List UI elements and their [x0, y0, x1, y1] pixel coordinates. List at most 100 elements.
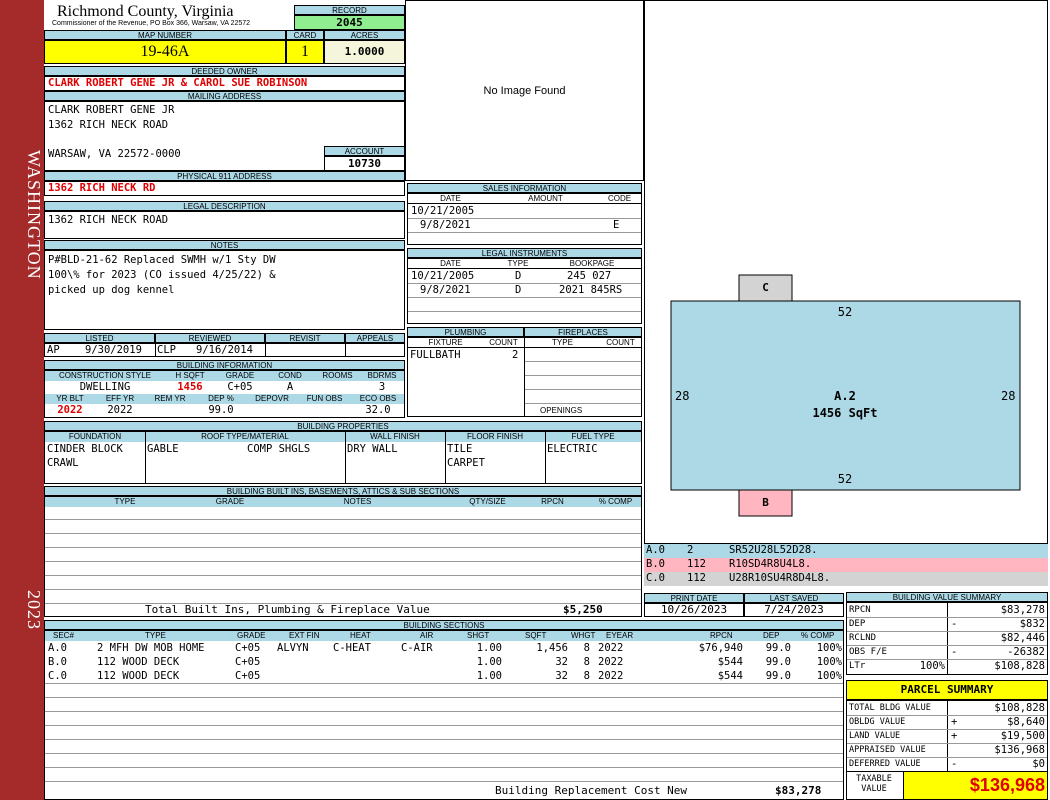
instr-2-book: 2021 845RS — [559, 284, 623, 296]
value-summary-label: BUILDING VALUE SUMMARY — [846, 592, 1048, 602]
bp-col-floor: FLOOR FINISH — [466, 432, 523, 441]
bi-col-yrblt: YR BLT — [56, 394, 84, 403]
section-c-grade: C+05 — [235, 670, 261, 682]
section-a-dep: 99.0 — [765, 642, 791, 654]
notes-box: P#BLD-21-62 Replaced SWMH w/1 Sty DW 100… — [44, 250, 405, 330]
reviewed-date: 9/16/2014 — [196, 344, 253, 356]
section-c-comp: 100% — [816, 670, 842, 682]
legend-c-id: C.0 — [646, 572, 665, 584]
building-properties-table: FOUNDATION ROOF TYPE/MATERIAL WALL FINIS… — [44, 431, 642, 484]
sketch-top-dim: 52 — [837, 305, 853, 319]
record-label: RECORD — [294, 5, 405, 15]
vs-obs-label: OBS F/E — [849, 647, 887, 657]
county-title: Richmond County, Virginia — [57, 3, 234, 20]
appeals-label: APPEALS — [345, 333, 405, 343]
sidebar-county: WASHINGTON — [24, 150, 44, 280]
instr-col-bookpage: BOOKPAGE — [569, 259, 615, 268]
vs-ltr-pct: 100% — [919, 660, 945, 672]
mailing-line-3: WARSAW, VA 22572-0000 — [48, 148, 181, 160]
legend-row-b: B.0 112 R10SD4R8U4L8. — [644, 558, 1048, 572]
bi-col-cond: COND — [278, 371, 302, 380]
sales-label: SALES INFORMATION — [407, 183, 642, 193]
account-label: ACCOUNT — [324, 146, 405, 156]
mailing-line-2: 1362 RICH NECK ROAD — [48, 119, 169, 131]
section-b-eyear: 2022 — [598, 656, 624, 668]
sales-col-date: DATE — [440, 194, 461, 203]
map-number-label: MAP NUMBER — [44, 30, 286, 40]
physical-address: 1362 RICH NECK RD — [44, 181, 405, 196]
bs-col-air: AIR — [420, 631, 434, 640]
section-a-grade: C+05 — [235, 642, 261, 654]
commissioner-line: Commissioner of the Revenue, PO Box 366,… — [52, 20, 251, 27]
section-a-air: C-AIR — [401, 642, 433, 654]
foundation-1: CINDER BLOCK — [47, 443, 123, 455]
section-c-rpcn: $544 — [717, 670, 743, 682]
plumbing-fireplace-table: FIXTURE COUNT TYPE COUNT FULLBATH 2 OPEN… — [407, 337, 642, 417]
sketch-panel: C B 52 52 28 28 A.2 1456 SqFt — [644, 0, 1048, 544]
building-properties-label: BUILDING PROPERTIES — [44, 421, 642, 431]
ps-land-label: LAND VALUE — [849, 731, 901, 741]
section-a-sqft: 1,456 — [536, 642, 568, 654]
instr-col-type: TYPE — [507, 259, 529, 268]
ps-bldg-label: TOTAL BLDG VALUE — [849, 703, 931, 713]
legend-c-path: U28R10SU4R8D4L8. — [729, 572, 831, 584]
legend-a-id: A.0 — [646, 544, 665, 556]
vs-dep: $832 — [1019, 618, 1045, 630]
instr-2-type: D — [515, 284, 522, 296]
fuel-type: ELECTRIC — [547, 443, 598, 455]
mailing-line-1: CLARK ROBERT GENE JR — [48, 104, 175, 116]
section-c-dep: 99.0 — [765, 670, 791, 682]
condition: A — [286, 381, 294, 393]
fireplaces-label: FIREPLACES — [524, 327, 642, 337]
bs-col-eyear: EYEAR — [606, 631, 634, 640]
built-ins-total-label: Total Built Ins, Plumbing & Fireplace Va… — [145, 603, 430, 616]
roof-type: GABLE — [147, 443, 179, 455]
bp-col-foundation: FOUNDATION — [68, 432, 122, 441]
listed-label: LISTED — [44, 333, 155, 343]
parcel-summary-table: TOTAL BLDG VALUE $108,828 OBLDG VALUE + … — [846, 700, 1048, 800]
ps-appraised-label: APPRAISED VALUE — [849, 745, 926, 755]
reviewed-label: REVIEWED — [155, 333, 265, 343]
legend-a-path: SR52U28L52D28. — [729, 544, 818, 556]
sale-2-code: E — [613, 219, 620, 231]
section-b-grade: C+05 — [235, 656, 261, 668]
foundation-2: CRAWL — [47, 457, 79, 469]
vs-rpcn: $83,278 — [1000, 604, 1045, 616]
wall-finish: DRY WALL — [347, 443, 398, 455]
bp-col-wall: WALL FINISH — [370, 432, 420, 441]
bi-col-hsqft: H SQFT — [175, 371, 205, 380]
ps-taxable-label-2: VALUE — [861, 784, 887, 794]
sketch-left-dim: 28 — [675, 389, 690, 403]
instr-1-date: 10/21/2005 — [411, 270, 475, 282]
section-a-type: 2 MFH DW MOB HOME — [97, 642, 205, 654]
bi-col-ecoobs: ECO OBS — [359, 394, 397, 403]
bi-col-bdrms: BDRMS — [367, 371, 397, 380]
bib-col-qty: QTY/SIZE — [469, 497, 506, 506]
deeded-owner: CLARK ROBERT GENE JR & CAROL SUE ROBINSO… — [44, 76, 405, 91]
sale-1-date: 10/21/2005 — [411, 205, 475, 217]
bs-col-whgt: WHGT — [571, 631, 596, 640]
legal-description: 1362 RICH NECK ROAD — [48, 214, 169, 226]
section-b-dep: 99.0 — [765, 656, 791, 668]
floor-finish-1: TILE — [447, 443, 473, 455]
map-number: 19-46A — [44, 40, 286, 64]
ps-obldg: $8,640 — [1007, 716, 1045, 728]
economic-obs: 32.0 — [365, 404, 391, 416]
revisit-label: REVISIT — [265, 333, 345, 343]
section-c-eyear: 2022 — [598, 670, 624, 682]
bs-col-comp: % COMP — [801, 631, 835, 640]
vs-obs: -26382 — [1007, 646, 1045, 658]
review-row: AP 9/30/2019 CLP 9/16/2014 — [44, 343, 405, 357]
ps-taxable-value: $136,968 — [969, 775, 1045, 795]
ps-deferred-label: DEFERRED VALUE — [849, 759, 921, 769]
sidebar-year: 2023 — [24, 590, 44, 630]
mailing-address-label: MAILING ADDRESS — [44, 91, 405, 101]
legend-row-c: C.0 112 U28R10SU4R8D4L8. — [644, 572, 1048, 586]
print-date-label: PRINT DATE — [644, 593, 744, 603]
bib-col-comp: % COMP — [598, 497, 633, 506]
heated-sqft: 1456 — [177, 381, 203, 393]
bi-col-dep: DEP % — [208, 394, 234, 403]
legend-c-code: 112 — [687, 572, 706, 584]
section-b-rpcn: $544 — [717, 656, 743, 668]
roof-material: COMP SHGLS — [247, 443, 311, 455]
